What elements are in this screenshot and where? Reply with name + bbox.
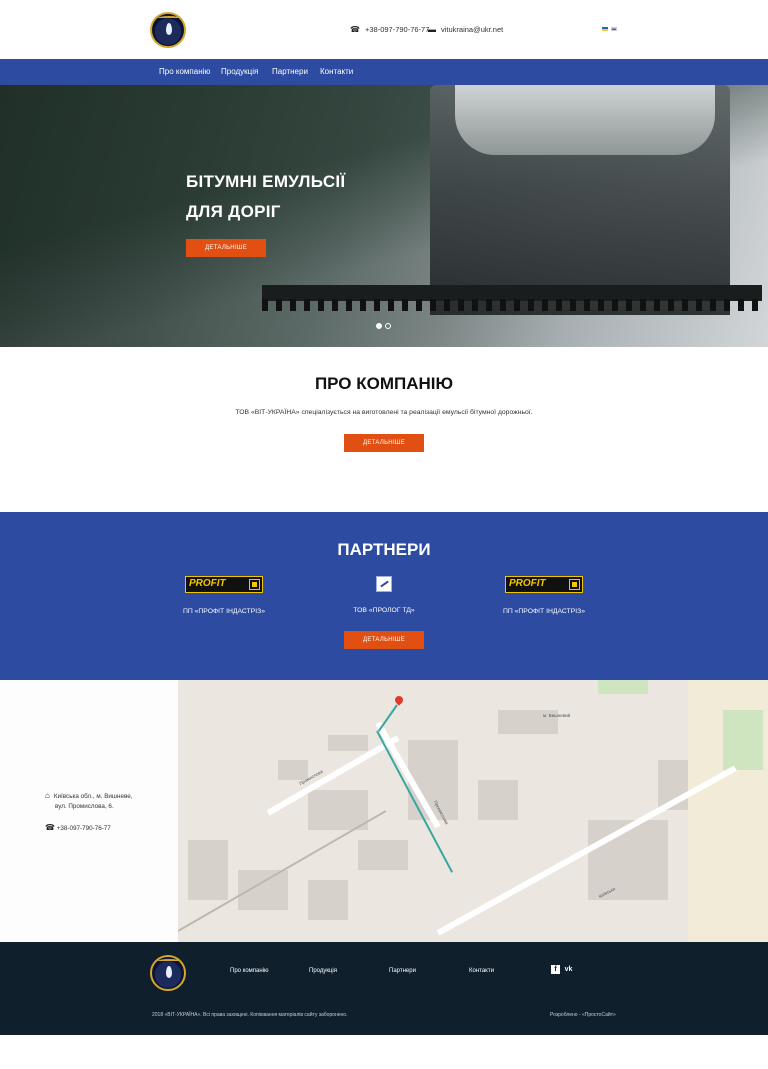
about-details-button[interactable]: ДЕТАЛЬНІШЕ — [344, 434, 424, 452]
address-line1: Київська обл., м. Вишневе, — [53, 793, 133, 800]
partner-card[interactable]: PROFIT ПП «ПРОФІТ ІНДАСТРІЗ» — [474, 576, 614, 615]
about-title: ПРО КОМПАНІЮ — [314, 374, 454, 393]
page: ☎ +38-097-790-76-77 ▬ vitukraina@ukr.net… — [0, 0, 768, 1069]
chat-icon: ▬ — [428, 24, 436, 34]
map-building — [588, 820, 668, 900]
nav-item-products[interactable]: Продукція — [221, 67, 258, 76]
partner-logo-profit: PROFIT — [185, 576, 263, 593]
nav-item-contacts[interactable]: Контакти — [320, 67, 353, 76]
partner-name: ТОВ «ПРОЛОГ ТД» — [353, 607, 415, 614]
map-building — [328, 735, 368, 751]
partner-card[interactable]: ТОВ «ПРОЛОГ ТД» — [314, 576, 454, 614]
phone-icon: ☎ — [45, 823, 55, 832]
language-switcher — [602, 27, 617, 31]
hero-title: БІТУМНІ ЕМУЛЬСІЇ ДЛЯ ДОРІГ — [186, 167, 345, 227]
home-icon: ⌂ — [45, 791, 50, 800]
address: ⌂ Київська обл., м. Вишневе, вул. Промисл… — [45, 792, 132, 812]
hero-slider: БІТУМНІ ЕМУЛЬСІЇ ДЛЯ ДОРІГ ДЕТАЛЬНІШЕ — [0, 85, 768, 347]
header: ☎ +38-097-790-76-77 ▬ vitukraina@ukr.net — [0, 0, 768, 59]
flag-ru-icon[interactable] — [611, 27, 617, 31]
nav-item-partners[interactable]: Партнери — [272, 67, 308, 76]
map-building — [358, 840, 408, 870]
header-phone-text: +38-097-790-76-77 — [364, 25, 430, 34]
hero-details-button[interactable]: ДЕТАЛЬНІШЕ — [186, 239, 266, 257]
partner-name: ПП «ПРОФІТ ІНДАСТРІЗ» — [182, 608, 266, 615]
slider-dots — [376, 323, 391, 329]
copyright: 2018 «ВІТ-УКРАЇНА». Всі права захищені. … — [152, 1012, 348, 1018]
contacts-phone-text: +38-097-790-76-77 — [56, 825, 111, 832]
nav-item-about[interactable]: Про компанію — [159, 67, 210, 76]
partners-details-button[interactable]: ДЕТАЛЬНІШЕ — [344, 631, 424, 649]
logo-ring — [158, 16, 180, 20]
map-building — [308, 880, 348, 920]
map-park — [723, 710, 763, 770]
partner-card[interactable]: PROFIT ПП «ПРОФІТ ІНДАСТРІЗ» — [154, 576, 294, 615]
logo-drop-icon — [166, 23, 172, 35]
partner-logo-prolog — [376, 576, 392, 592]
developer-link[interactable]: Розроблено - «ПростоСайт» — [550, 1012, 616, 1018]
partners-title: ПАРТНЕРИ — [337, 540, 431, 559]
logo-ring — [158, 959, 180, 963]
footer-nav-partners[interactable]: Партнери — [389, 968, 416, 974]
slider-dot-2[interactable] — [385, 323, 391, 329]
map[interactable]: Промислова Київська м. Вишневий Промисло… — [178, 680, 768, 942]
address-line2: вул. Промислова, 6. — [55, 803, 114, 810]
partner-logo-profit: PROFIT — [505, 576, 583, 593]
footer: Про компанію Продукція Партнери Контакти… — [0, 942, 768, 1035]
company-logo[interactable] — [150, 12, 186, 48]
map-park — [598, 680, 648, 694]
header-email-text: vitukraina@ukr.net — [441, 25, 504, 34]
phone-icon: ☎ — [350, 24, 360, 34]
map-building — [188, 840, 228, 900]
footer-nav-contacts[interactable]: Контакти — [469, 968, 494, 974]
map-route — [377, 704, 398, 732]
flag-ua-icon[interactable] — [602, 27, 608, 31]
map-building — [408, 740, 458, 820]
slider-dot-1[interactable] — [376, 323, 382, 329]
map-building — [478, 780, 518, 820]
contacts-panel: ⌂ Київська обл., м. Вишневе, вул. Промисл… — [0, 680, 178, 942]
header-phone[interactable]: ☎ +38-097-790-76-77 — [350, 25, 429, 34]
hero-spray-nozzles — [262, 299, 762, 311]
partner-logo-box — [249, 579, 260, 590]
map-building — [278, 760, 308, 780]
about-text: ТОВ «ВІТ-УКРАЇНА» спеціалізується на виг… — [235, 409, 533, 416]
partner-name: ПП «ПРОФІТ ІНДАСТРІЗ» — [502, 608, 586, 615]
partner-logo-text: PROFIT — [509, 578, 546, 589]
footer-nav-products[interactable]: Продукція — [309, 968, 337, 974]
vk-icon[interactable]: vk — [564, 965, 573, 974]
contacts-phone[interactable]: ☎ +38-097-790-76-77 — [45, 823, 111, 833]
hero-tank-image — [455, 85, 715, 155]
main-nav: Про компанію Продукція Партнери Контакти — [0, 59, 768, 85]
hero-title-line1: БІТУМНІ ЕМУЛЬСІЇ — [186, 172, 346, 191]
header-email[interactable]: ▬ vitukraina@ukr.net — [428, 25, 503, 34]
partners-section: ПАРТНЕРИ PROFIT ПП «ПРОФІТ ІНДАСТРІЗ» ТО… — [0, 512, 768, 680]
facebook-icon[interactable]: f — [551, 965, 560, 974]
map-label: м. Вишневий — [543, 713, 571, 718]
hero-title-line2: ДЛЯ ДОРІГ — [186, 202, 281, 221]
footer-logo[interactable] — [150, 955, 186, 991]
partner-logo-text: PROFIT — [189, 578, 226, 589]
partner-logo-box — [569, 579, 580, 590]
logo-drop-icon — [166, 966, 172, 978]
footer-nav-about[interactable]: Про компанію — [230, 968, 269, 974]
